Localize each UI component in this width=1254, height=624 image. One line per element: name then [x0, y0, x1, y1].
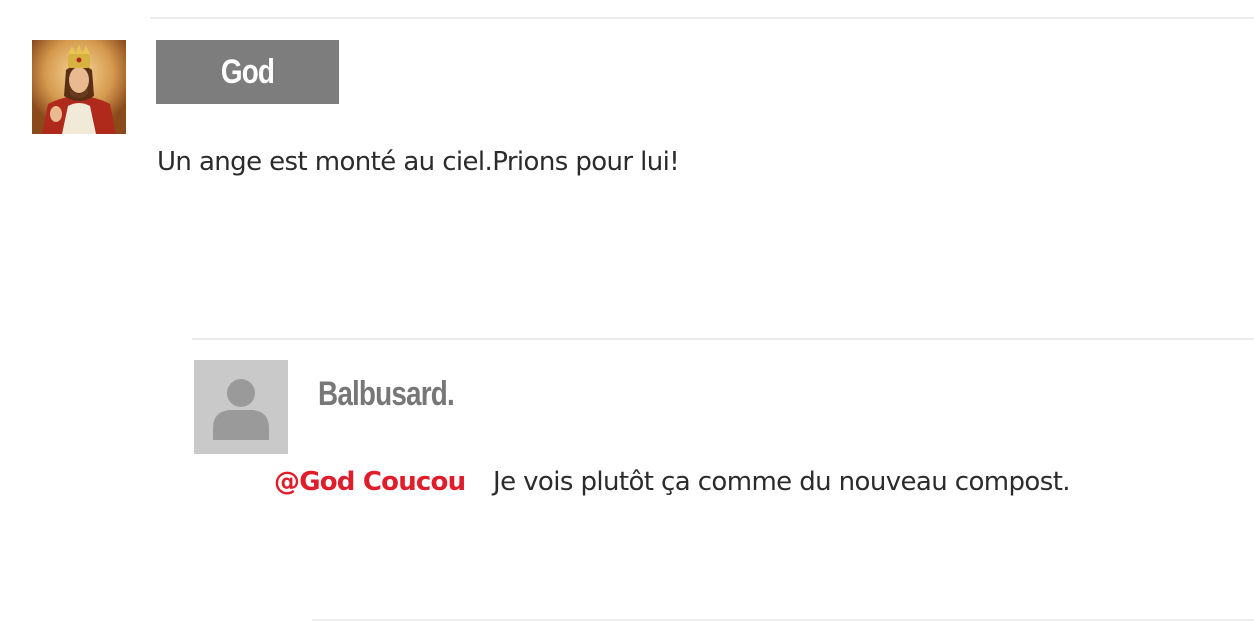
comment-divider-bottom [312, 619, 1254, 621]
reply-author-name[interactable]: Balbusard. [318, 368, 484, 420]
reply-body: Je vois plutôt ça comme du nouveau compo… [493, 467, 1071, 497]
religious-portrait-avatar-icon [32, 40, 126, 134]
reply-mention-link[interactable]: @God Coucou [274, 462, 466, 502]
default-user-silhouette-icon [194, 360, 288, 454]
comment-divider-top [150, 17, 1254, 19]
avatar[interactable] [32, 40, 126, 134]
reply-avatar[interactable] [194, 360, 288, 454]
comment-body: Un ange est monté au ciel.Prions pour lu… [157, 147, 680, 177]
comment-author-badge[interactable]: God Coucou [156, 40, 339, 155]
reply-divider [192, 338, 1254, 340]
